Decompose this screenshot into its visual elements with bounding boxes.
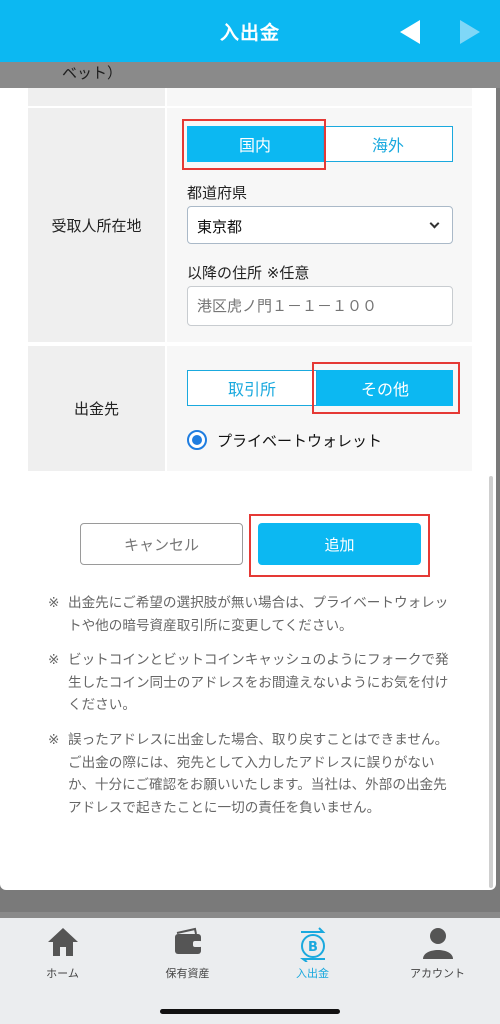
home-icon: [47, 928, 78, 956]
scrollbar[interactable]: [489, 476, 493, 888]
chevron-down-icon: [429, 218, 440, 229]
destination-label-cell: 出金先: [28, 346, 165, 471]
address-label: 以降の住所 ※任意: [187, 264, 310, 282]
app-header: 入出金: [0, 0, 500, 62]
tab-overseas[interactable]: 海外: [323, 126, 453, 162]
note-item: ※ 出金先にご希望の選択肢が無い場合は、プライベートウォレットや他の暗号資産取引…: [48, 592, 458, 637]
partial-field-label: ベット）: [62, 64, 123, 82]
note-text: 誤ったアドレスに出金した場合、取り戻すことはできません。ご出金の際には、宛先とし…: [68, 731, 449, 816]
nav-deposit-withdraw[interactable]: B 入出金: [250, 918, 375, 984]
previous-row-remnant: [28, 88, 472, 106]
forward-arrow-icon[interactable]: [460, 20, 480, 44]
recipient-address-label: 受取人所在地: [51, 216, 142, 235]
notes-list: ※ 出金先にご希望の選択肢が無い場合は、プライベートウォレットや他の暗号資産取引…: [48, 592, 458, 831]
highlight-box-domestic: [182, 119, 326, 170]
svg-text:B: B: [308, 940, 318, 955]
prefecture-selected-value: 東京都: [197, 218, 243, 236]
private-wallet-label[interactable]: プライベートウォレット: [217, 430, 382, 451]
nav-home[interactable]: ホーム: [0, 918, 125, 984]
wallet-icon: [174, 927, 202, 954]
private-wallet-radio[interactable]: [187, 430, 207, 450]
destination-label: 出金先: [73, 400, 119, 418]
recipient-address-label-cell: 受取人所在地: [28, 108, 165, 342]
account-icon: [422, 928, 453, 959]
dimmed-overlay: ベット）: [0, 62, 500, 88]
address-input[interactable]: [187, 286, 453, 326]
page-title: 入出金: [219, 22, 280, 44]
nav-holdings[interactable]: 保有資産: [125, 918, 250, 984]
highlight-box-add: [249, 514, 430, 577]
prefecture-select[interactable]: 東京都: [187, 206, 453, 244]
tab-exchange[interactable]: 取引所: [187, 370, 317, 406]
prefecture-label: 都道府県: [187, 184, 248, 202]
note-item: ※ ビットコインとビットコインキャッシュのようにフォークで発生したコイン同士のア…: [48, 649, 458, 717]
note-item: ※ 誤ったアドレスに出金した場合、取り戻すことはできません。ご出金の際には、宛先…: [48, 729, 458, 819]
note-text: ビットコインとビットコインキャッシュのようにフォークで発生したコイン同士のアドレ…: [68, 652, 449, 714]
home-indicator: [160, 1009, 340, 1014]
recipient-address-value-cell: 国内 海外 都道府県 東京都 以降の住所 ※任意: [167, 108, 472, 342]
bitcoin-transfer-icon: B: [299, 927, 325, 962]
add-destination-modal: 受取人所在地 国内 海外 都道府県 東京都 以降の住所 ※任意 出金先 取引所 …: [0, 88, 496, 890]
note-text: 出金先にご希望の選択肢が無い場合は、プライベートウォレットや他の暗号資産取引所に…: [68, 595, 449, 634]
highlight-box-other: [312, 362, 460, 414]
nav-account[interactable]: アカウント: [375, 918, 500, 984]
destination-value-cell: 取引所 その他 プライベートウォレット: [167, 346, 472, 471]
cancel-button[interactable]: キャンセル: [80, 523, 243, 565]
back-arrow-icon[interactable]: [400, 20, 420, 44]
